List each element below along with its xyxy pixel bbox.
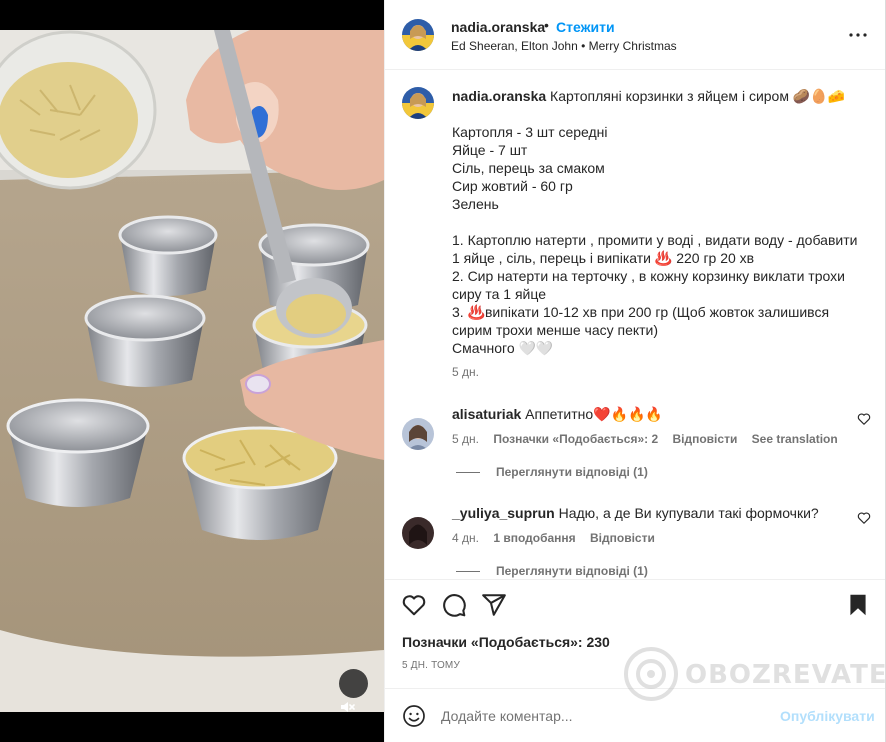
- caption-author-avatar[interactable]: [402, 87, 434, 119]
- comment-username[interactable]: _yuliya_suprun: [452, 505, 555, 521]
- comments-scroll-area[interactable]: nadia.oranska Картопляні корзинки з яйце…: [385, 71, 886, 579]
- commenter-avatar[interactable]: [402, 517, 434, 549]
- comment-input[interactable]: [441, 705, 761, 727]
- comment-icon[interactable]: [441, 592, 467, 618]
- replies-divider: [456, 571, 480, 573]
- comment-item: alisaturiak Аппетитно❤️🔥🔥🔥 5 дн. Позначк…: [385, 402, 886, 462]
- comment-like-heart-icon[interactable]: [857, 511, 871, 525]
- replies-divider: [456, 472, 480, 474]
- add-comment-bar: Опублікувати: [385, 688, 886, 742]
- comment-item: _yuliya_suprun Надю, а де Ви купували та…: [385, 501, 886, 561]
- comment-time[interactable]: 4 дн.: [452, 531, 479, 545]
- comment-meta: 4 дн. 1 вподобання Відповісти: [452, 531, 666, 545]
- separator-dot: •: [544, 17, 549, 33]
- author-username[interactable]: nadia.oranska: [451, 19, 545, 35]
- share-icon[interactable]: [481, 592, 507, 618]
- comment-like-heart-icon[interactable]: [857, 412, 871, 426]
- video-letterbox-bottom: [0, 712, 384, 742]
- follow-button[interactable]: Стежити: [556, 19, 615, 35]
- post-details-panel: nadia.oranska • Стежити Ed Sheeran, Elto…: [384, 0, 886, 742]
- audio-track-link[interactable]: Ed Sheeran, Elton John • Merry Christmas: [451, 39, 677, 53]
- comment-username[interactable]: alisaturiak: [452, 406, 521, 422]
- likes-count[interactable]: Позначки «Подобається»: 230: [402, 634, 610, 650]
- comment-meta: 5 дн. Позначки «Подобається»: 2 Відповіс…: [452, 432, 849, 446]
- post-modal: nadia.oranska • Стежити Ed Sheeran, Elto…: [0, 0, 886, 742]
- view-replies-button[interactable]: Переглянути відповіді (1): [456, 564, 648, 578]
- post-header: nadia.oranska • Стежити Ed Sheeran, Elto…: [385, 0, 886, 70]
- view-replies-label: Переглянути відповіді (1): [496, 564, 648, 578]
- author-avatar[interactable]: [402, 19, 434, 51]
- post-actions: Позначки «Подобається»: 230 5 ДН. ТОМУ: [385, 579, 886, 681]
- emoji-icon[interactable]: [402, 704, 426, 728]
- comment-text: _yuliya_suprun Надю, а де Ви купували та…: [452, 505, 819, 521]
- comment-likes[interactable]: 1 вподобання: [493, 531, 575, 545]
- comment-body: Аппетитно❤️🔥🔥🔥: [521, 406, 663, 422]
- caption-username[interactable]: nadia.oranska: [452, 88, 546, 104]
- see-translation-button[interactable]: See translation: [752, 432, 838, 446]
- post-caption: nadia.oranska Картопляні корзинки з яйце…: [452, 87, 872, 357]
- caption-timestamp[interactable]: 5 дн.: [452, 365, 479, 379]
- foil-cup: [118, 215, 218, 296]
- speaker-muted-icon[interactable]: [339, 669, 368, 712]
- reply-button[interactable]: Відповісти: [672, 432, 737, 446]
- comment-text: alisaturiak Аппетитно❤️🔥🔥🔥: [452, 406, 663, 423]
- post-video[interactable]: [0, 0, 384, 742]
- view-replies-label: Переглянути відповіді (1): [496, 465, 648, 479]
- bookmark-icon[interactable]: [845, 592, 871, 618]
- commenter-avatar[interactable]: [402, 418, 434, 450]
- video-frame: [0, 30, 384, 712]
- reply-button[interactable]: Відповісти: [590, 531, 655, 545]
- post-date[interactable]: 5 ДН. ТОМУ: [402, 660, 460, 671]
- comment-body: Надю, а де Ви купували такі формочки?: [554, 505, 819, 521]
- caption-body: Картопляні корзинки з яйцем і сиром 🥔🥚🧀 …: [452, 88, 858, 356]
- publish-button[interactable]: Опублікувати: [780, 708, 875, 724]
- comment-time[interactable]: 5 дн.: [452, 432, 479, 446]
- comment-likes[interactable]: Позначки «Подобається»: 2: [493, 432, 658, 446]
- view-replies-button[interactable]: Переглянути відповіді (1): [456, 465, 648, 479]
- heart-icon[interactable]: [401, 592, 427, 618]
- video-letterbox-top: [0, 0, 384, 30]
- more-horizontal-icon[interactable]: [846, 25, 870, 45]
